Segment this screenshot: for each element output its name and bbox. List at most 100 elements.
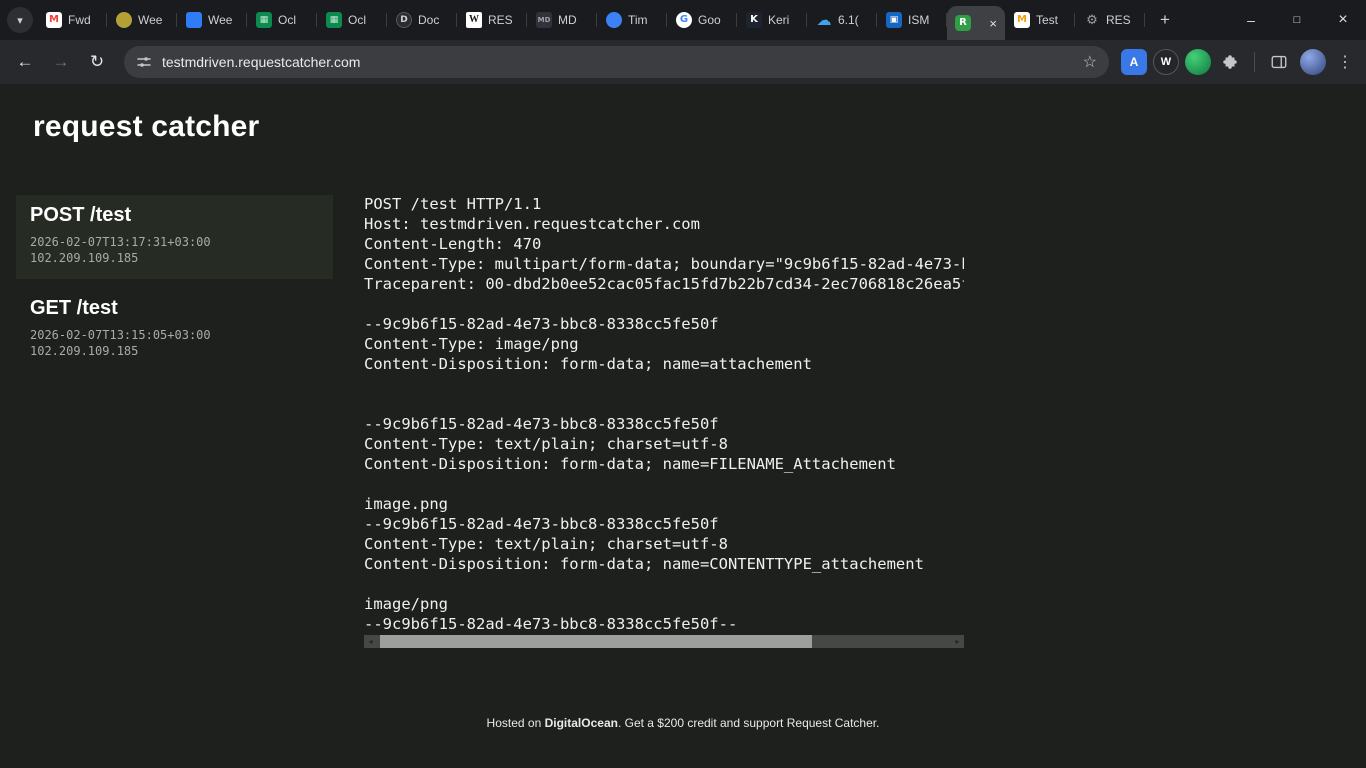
page-content: request catcher POST /test 2026-02-07T13… [0, 84, 1366, 768]
omnibox[interactable]: testmdriven.requestcatcher.com ☆ [124, 46, 1109, 78]
profile-avatar[interactable] [1300, 49, 1326, 75]
page-title: request catcher [33, 110, 259, 144]
tab-request-catcher-active[interactable]: R × [947, 6, 1005, 40]
request-line: Content-Type: multipart/form-data; bound… [364, 254, 964, 274]
back-button[interactable]: ← [8, 45, 42, 79]
request-list-item-get[interactable]: GET /test 2026-02-07T13:15:05+03:00 102.… [16, 288, 333, 372]
leaf-icon [116, 12, 132, 28]
request-line [364, 474, 964, 494]
request-ip: 102.209.109.185 [30, 343, 319, 359]
md-icon: MD [536, 12, 552, 28]
footer-brand: DigitalOcean [545, 716, 618, 730]
request-line: Content-Disposition: form-data; name=FIL… [364, 454, 964, 474]
request-method-path: GET /test [30, 297, 319, 320]
green-extension-icon[interactable] [1185, 49, 1211, 75]
request-line: Content-Disposition: form-data; name=att… [364, 354, 964, 374]
tab-61[interactable]: ☁ 6.1( [807, 0, 877, 40]
tab-label: Ocl [278, 13, 296, 27]
gmail-icon: M [46, 12, 62, 28]
close-button[interactable]: × [1320, 0, 1366, 40]
request-line [364, 574, 964, 594]
request-line: --9c9b6f15-82ad-4e73-bbc8-8338cc5fe50f-- [364, 614, 964, 634]
new-tab-button[interactable]: + [1151, 6, 1179, 34]
tab-label: RES [488, 13, 513, 27]
clock-icon [606, 12, 622, 28]
onedrive-cloud-icon: ☁ [816, 12, 832, 28]
gmail-orange-icon: M [1014, 12, 1030, 28]
url-input[interactable]: testmdriven.requestcatcher.com [162, 54, 1073, 70]
request-method-path: POST /test [30, 204, 319, 227]
blue-app-icon [186, 12, 202, 28]
tab-strip: ▾ M Fwd Wee Wee ▦ Ocl ▦ Ocl D Doc W RES … [0, 0, 1366, 40]
dark-app-icon: D [396, 12, 412, 28]
maximize-button[interactable]: □ [1274, 0, 1320, 40]
reload-button[interactable]: ↻ [80, 45, 114, 79]
scrollbar-thumb[interactable] [380, 635, 812, 648]
tab-label: Wee [208, 13, 232, 27]
w-extension-icon[interactable]: W [1153, 49, 1179, 75]
request-timestamp: 2026-02-07T13:15:05+03:00 [30, 327, 319, 343]
request-line: image/png [364, 594, 964, 614]
windows-app-icon: ▣ [886, 12, 902, 28]
tab-fwd[interactable]: M Fwd [37, 0, 107, 40]
extensions-puzzle-icon[interactable] [1215, 47, 1245, 77]
request-list-item-post[interactable]: POST /test 2026-02-07T13:17:31+03:00 102… [16, 195, 333, 279]
request-ip: 102.209.109.185 [30, 250, 319, 266]
minimize-button[interactable]: – [1228, 0, 1274, 40]
request-line [364, 394, 964, 414]
tab-ocl-2[interactable]: ▦ Ocl [317, 0, 387, 40]
tab-label: ISM [908, 13, 929, 27]
request-line: --9c9b6f15-82ad-4e73-bbc8-8338cc5fe50f [364, 314, 964, 334]
tab-label: MD [558, 13, 577, 27]
tab-ocl-1[interactable]: ▦ Ocl [247, 0, 317, 40]
tab-tim[interactable]: Tim [597, 0, 667, 40]
tab-label: Ocl [348, 13, 366, 27]
request-detail-view: POST /test HTTP/1.1 Host: testmdriven.re… [364, 194, 964, 634]
request-line: Traceparent: 00-dbd2b0ee52cac05fac15fd7b… [364, 274, 964, 294]
request-line: Content-Type: text/plain; charset=utf-8 [364, 434, 964, 454]
chevron-down-icon: ▾ [17, 14, 23, 27]
tab-ism[interactable]: ▣ ISM [877, 0, 947, 40]
tab-md[interactable]: MD MD [527, 0, 597, 40]
tab-doc[interactable]: D Doc [387, 0, 457, 40]
side-panel-icon[interactable] [1264, 47, 1294, 77]
tab-close-icon[interactable]: × [989, 17, 997, 30]
toolbar-divider [1254, 52, 1255, 72]
scroll-right-arrow-icon[interactable]: ▸ [951, 635, 964, 648]
tab-label: RES [1106, 13, 1131, 27]
horizontal-scrollbar[interactable]: ◂ ▸ [364, 635, 964, 648]
window-controls: – □ × [1228, 0, 1366, 40]
tab-label: 6.1( [838, 13, 859, 27]
tab-label: Fwd [68, 13, 91, 27]
tab-label: Test [1036, 13, 1058, 27]
tab-label: Doc [418, 13, 439, 27]
request-line: --9c9b6f15-82ad-4e73-bbc8-8338cc5fe50f [364, 414, 964, 434]
tab-wee-1[interactable]: Wee [107, 0, 177, 40]
site-info-icon[interactable] [136, 54, 152, 70]
request-line: Host: testmdriven.requestcatcher.com [364, 214, 964, 234]
sheets-icon: ▦ [326, 12, 342, 28]
browser-toolbar: ← → ↻ testmdriven.requestcatcher.com ☆ A… [0, 40, 1366, 84]
scrollbar-track[interactable] [377, 635, 951, 648]
browser-menu-icon[interactable]: ⋮ [1332, 47, 1358, 77]
tab-keri[interactable]: K Keri [737, 0, 807, 40]
footer-text-suffix: . Get a $200 credit and support Request … [618, 716, 880, 730]
translate-extension-icon[interactable]: A [1121, 49, 1147, 75]
bookmark-star-icon[interactable]: ☆ [1083, 52, 1097, 72]
tab-res-2[interactable]: ⚙ RES [1075, 0, 1145, 40]
request-line: image.png [364, 494, 964, 514]
request-catcher-icon: R [955, 15, 971, 31]
request-line: Content-Type: text/plain; charset=utf-8 [364, 534, 964, 554]
tab-wee-2[interactable]: Wee [177, 0, 247, 40]
forward-button[interactable]: → [44, 45, 78, 79]
tab-test[interactable]: M Test [1005, 0, 1075, 40]
k-icon: K [746, 12, 762, 28]
request-line: Content-Disposition: form-data; name=CON… [364, 554, 964, 574]
tab-label: Goo [698, 13, 721, 27]
tab-search-button[interactable]: ▾ [7, 7, 33, 33]
tab-label: Tim [628, 13, 648, 27]
tab-res-1[interactable]: W RES [457, 0, 527, 40]
tab-goo[interactable]: G Goo [667, 0, 737, 40]
scroll-left-arrow-icon[interactable]: ◂ [364, 635, 377, 648]
page-footer: Hosted on DigitalOcean. Get a $200 credi… [0, 716, 1366, 730]
